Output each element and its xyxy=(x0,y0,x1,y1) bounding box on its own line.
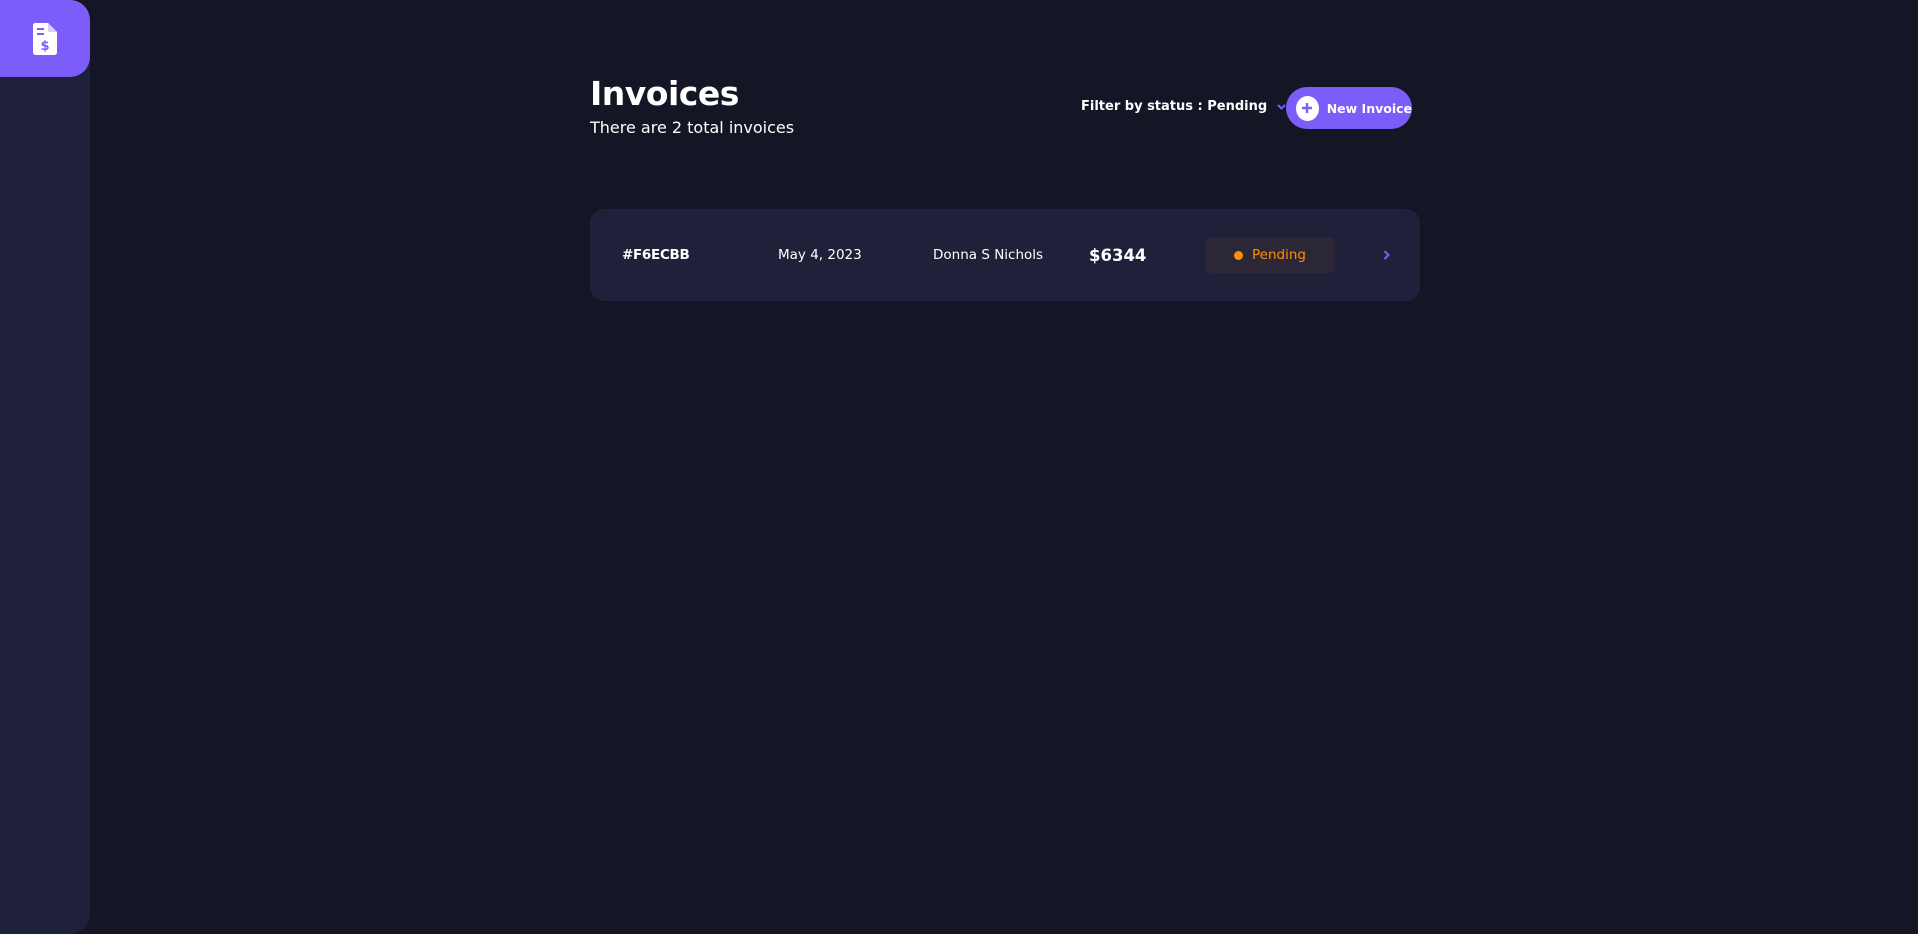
status-dot-icon xyxy=(1234,250,1244,260)
app-logo[interactable]: $ xyxy=(0,0,90,77)
invoice-client-name: Donna S Nichols xyxy=(933,247,1044,263)
invoice-count-subtitle: There are 2 total invoices xyxy=(590,118,795,137)
invoice-due-date: May 4, 2023 xyxy=(778,247,862,263)
page-header: Invoices There are 2 total invoices Filt… xyxy=(590,74,1420,144)
page-title: Invoices xyxy=(590,74,739,113)
sidebar: $ xyxy=(0,0,90,934)
status-filter-dropdown[interactable]: Filter by status : Pending xyxy=(1081,99,1286,114)
status-label: Pending xyxy=(1252,247,1306,263)
new-invoice-button[interactable]: New Invoice xyxy=(1286,87,1412,129)
invoice-id: #F6ECBB xyxy=(622,247,690,263)
status-badge: Pending xyxy=(1205,237,1335,273)
invoice-amount: $6344 xyxy=(1089,245,1147,265)
chevron-right-icon[interactable] xyxy=(1380,249,1392,261)
invoice-dollar-icon: $ xyxy=(33,22,57,55)
plus-icon xyxy=(1296,95,1319,121)
svg-text:$: $ xyxy=(40,39,49,54)
invoice-row[interactable]: #F6ECBB May 4, 2023 Donna S Nichols $634… xyxy=(590,209,1420,301)
chevron-down-icon xyxy=(1277,103,1286,110)
new-invoice-label: New Invoice xyxy=(1326,100,1412,116)
filter-label: Filter by status : Pending xyxy=(1081,99,1268,114)
